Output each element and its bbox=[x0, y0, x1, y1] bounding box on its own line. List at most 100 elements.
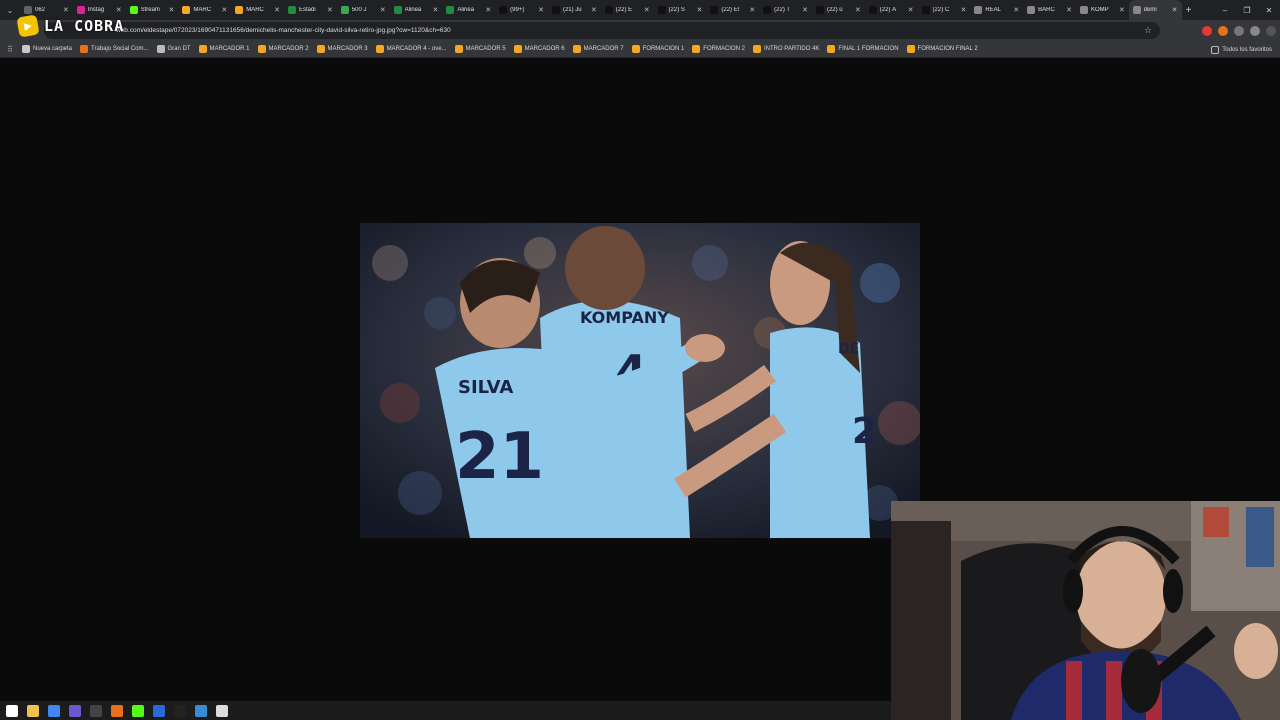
bookmark-item[interactable]: MARCADOR 6 bbox=[513, 45, 565, 53]
bookmark-item[interactable]: MARCADOR 4 - ove... bbox=[375, 45, 447, 53]
kick-icon[interactable] bbox=[132, 704, 144, 717]
bookmark-item[interactable]: FINAL 1 FORMACION bbox=[827, 45, 899, 53]
menu-dots-icon[interactable] bbox=[1266, 25, 1276, 36]
windows-icon[interactable] bbox=[6, 704, 18, 717]
browser-tab[interactable]: MARC ✕ bbox=[178, 0, 231, 20]
tab-close-icon[interactable]: ✕ bbox=[908, 6, 914, 14]
tab-title: (22) T bbox=[774, 7, 791, 13]
steam-icon[interactable] bbox=[174, 704, 186, 717]
explorer-icon[interactable] bbox=[27, 704, 39, 717]
browser-tab[interactable]: Estadi ✕ bbox=[284, 0, 337, 20]
browser-tab[interactable]: BARC ✕ bbox=[1023, 0, 1076, 20]
chrome-icon[interactable] bbox=[48, 704, 60, 717]
browser-tab[interactable]: REAL ✕ bbox=[970, 0, 1023, 20]
x-icon bbox=[868, 6, 877, 14]
app2-icon[interactable] bbox=[195, 704, 207, 717]
bookmark-label: FINAL 1 FORMACION bbox=[838, 46, 899, 52]
bookmark-item[interactable]: FORMACION 2 bbox=[692, 45, 745, 53]
tab-close-icon[interactable]: ✕ bbox=[327, 6, 333, 14]
browser-tab[interactable]: (22) C ✕ bbox=[918, 0, 971, 20]
x-icon bbox=[710, 6, 719, 14]
jersey-number-demichelis: 2 bbox=[852, 411, 877, 452]
minimize-button[interactable]: – bbox=[1214, 0, 1236, 20]
address-bar[interactable]: web.com/eldestape/072023/1690471131656/d… bbox=[44, 22, 1160, 39]
tab-close-icon[interactable]: ✕ bbox=[749, 6, 755, 14]
bookmark-item[interactable]: MARCADOR 3 bbox=[316, 45, 368, 53]
tab-title: (22) C bbox=[932, 7, 950, 13]
bookmark-item[interactable]: Gran DT bbox=[156, 45, 191, 53]
tab-close-icon[interactable]: ✕ bbox=[644, 6, 650, 14]
browser-tab[interactable]: (22) S ✕ bbox=[654, 0, 707, 20]
tab-close-icon[interactable]: ✕ bbox=[960, 6, 966, 14]
tab-close-icon[interactable]: ✕ bbox=[1172, 6, 1178, 14]
tab-title: BARC bbox=[1038, 7, 1055, 13]
arrow-icon[interactable] bbox=[111, 704, 123, 717]
browser-tab[interactable]: Alinea ✕ bbox=[390, 0, 443, 20]
profile-avatar[interactable] bbox=[1250, 25, 1260, 36]
bookmark-item[interactable]: Trabajo Social Com... bbox=[80, 45, 149, 53]
close-window-button[interactable]: ✕ bbox=[1258, 0, 1280, 20]
extension-icon[interactable] bbox=[1218, 25, 1228, 36]
tab-title: (21) Ju bbox=[562, 7, 582, 13]
extension-toolbar bbox=[1202, 22, 1276, 39]
browser-tab[interactable]: (22) El ✕ bbox=[706, 0, 759, 20]
tab-close-icon[interactable]: ✕ bbox=[1066, 6, 1072, 14]
browser-tab[interactable]: (21) Ju ✕ bbox=[548, 0, 601, 20]
maximize-button[interactable]: ❐ bbox=[1236, 0, 1258, 20]
browser-tab[interactable]: KOMP ✕ bbox=[1076, 0, 1129, 20]
tab-close-icon[interactable]: ✕ bbox=[485, 6, 491, 14]
bookmark-item[interactable]: FORMACION FINAL 2 bbox=[906, 45, 978, 53]
tab-close-icon[interactable]: ✕ bbox=[169, 6, 175, 14]
bookmark-item[interactable]: MARCADOR 2 bbox=[257, 45, 309, 53]
x-icon bbox=[763, 6, 772, 14]
tab-close-icon[interactable]: ✕ bbox=[221, 6, 227, 14]
tab-close-icon[interactable]: ✕ bbox=[1013, 6, 1019, 14]
tab-close-icon[interactable]: ✕ bbox=[538, 6, 544, 14]
browser-tab[interactable]: demi ✕ bbox=[1128, 0, 1182, 20]
app3-icon[interactable] bbox=[216, 704, 228, 717]
bookmark-item[interactable]: MARCADOR 5 bbox=[454, 45, 506, 53]
tab-search-icon[interactable]: ⌄ bbox=[0, 0, 20, 20]
bookmark-item[interactable]: MARCADOR 7 bbox=[572, 45, 624, 53]
browser-tab[interactable]: MARC ✕ bbox=[231, 0, 284, 20]
browser-tab[interactable]: (99+) ✕ bbox=[495, 0, 548, 20]
extensions-puzzle-icon[interactable] bbox=[1234, 25, 1244, 36]
browser-icon[interactable] bbox=[153, 704, 165, 717]
browser-tab[interactable]: (22) T ✕ bbox=[759, 0, 812, 20]
tab-close-icon[interactable]: ✕ bbox=[116, 6, 122, 14]
browser-tab[interactable]: 500 J ✕ bbox=[337, 0, 390, 20]
tab-close-icon[interactable]: ✕ bbox=[380, 6, 386, 14]
bookmark-item[interactable]: INTRO PARTIDO 4K bbox=[752, 45, 819, 53]
browser-tab[interactable]: (22) Á ✕ bbox=[865, 0, 918, 20]
browser-tab[interactable]: (22) ú ✕ bbox=[812, 0, 865, 20]
apps-grid-icon[interactable]: ⠿ bbox=[6, 45, 14, 54]
app-icon[interactable] bbox=[69, 704, 81, 717]
football-photo-illustration: KOMPANY 4 DE 2 SILVA 21 bbox=[360, 223, 920, 538]
bookmark-item[interactable]: MARCADOR 1 bbox=[198, 45, 250, 53]
browser-tab[interactable]: Alinea ✕ bbox=[442, 0, 495, 20]
browser-tab[interactable]: (22) E ✕ bbox=[601, 0, 654, 20]
tab-close-icon[interactable]: ✕ bbox=[1119, 6, 1125, 14]
kick-icon bbox=[129, 6, 138, 14]
bookmark-label: FORMACION 2 bbox=[703, 46, 745, 52]
jersey-name-silva: SILVA bbox=[458, 377, 513, 398]
new-tab-button[interactable]: + bbox=[1182, 5, 1196, 16]
tab-title: Instag bbox=[87, 7, 105, 13]
u-icon bbox=[752, 45, 761, 53]
tab-close-icon[interactable]: ✕ bbox=[802, 6, 808, 14]
tab-close-icon[interactable]: ✕ bbox=[855, 6, 861, 14]
all-bookmarks-button[interactable]: Todos los favoritos bbox=[1211, 41, 1272, 58]
tab-close-icon[interactable]: ✕ bbox=[63, 6, 69, 14]
bookmark-star-icon[interactable]: ☆ bbox=[1144, 25, 1152, 36]
tab-close-icon[interactable]: ✕ bbox=[696, 6, 702, 14]
bookmark-item[interactable]: Nueva carpeta bbox=[22, 45, 72, 53]
tab-close-icon[interactable]: ✕ bbox=[591, 6, 597, 14]
obs-icon[interactable] bbox=[90, 704, 102, 717]
bookmark-item[interactable]: FORMACION 1 bbox=[631, 45, 684, 53]
browser-tab[interactable]: Stream ✕ bbox=[126, 0, 179, 20]
tab-close-icon[interactable]: ✕ bbox=[274, 6, 280, 14]
bookmark-label: MARCADOR 3 bbox=[327, 46, 368, 52]
record-extension-icon[interactable] bbox=[1202, 25, 1212, 36]
tab-close-icon[interactable]: ✕ bbox=[433, 6, 439, 14]
bookmark-label: MARCADOR 7 bbox=[583, 46, 624, 52]
